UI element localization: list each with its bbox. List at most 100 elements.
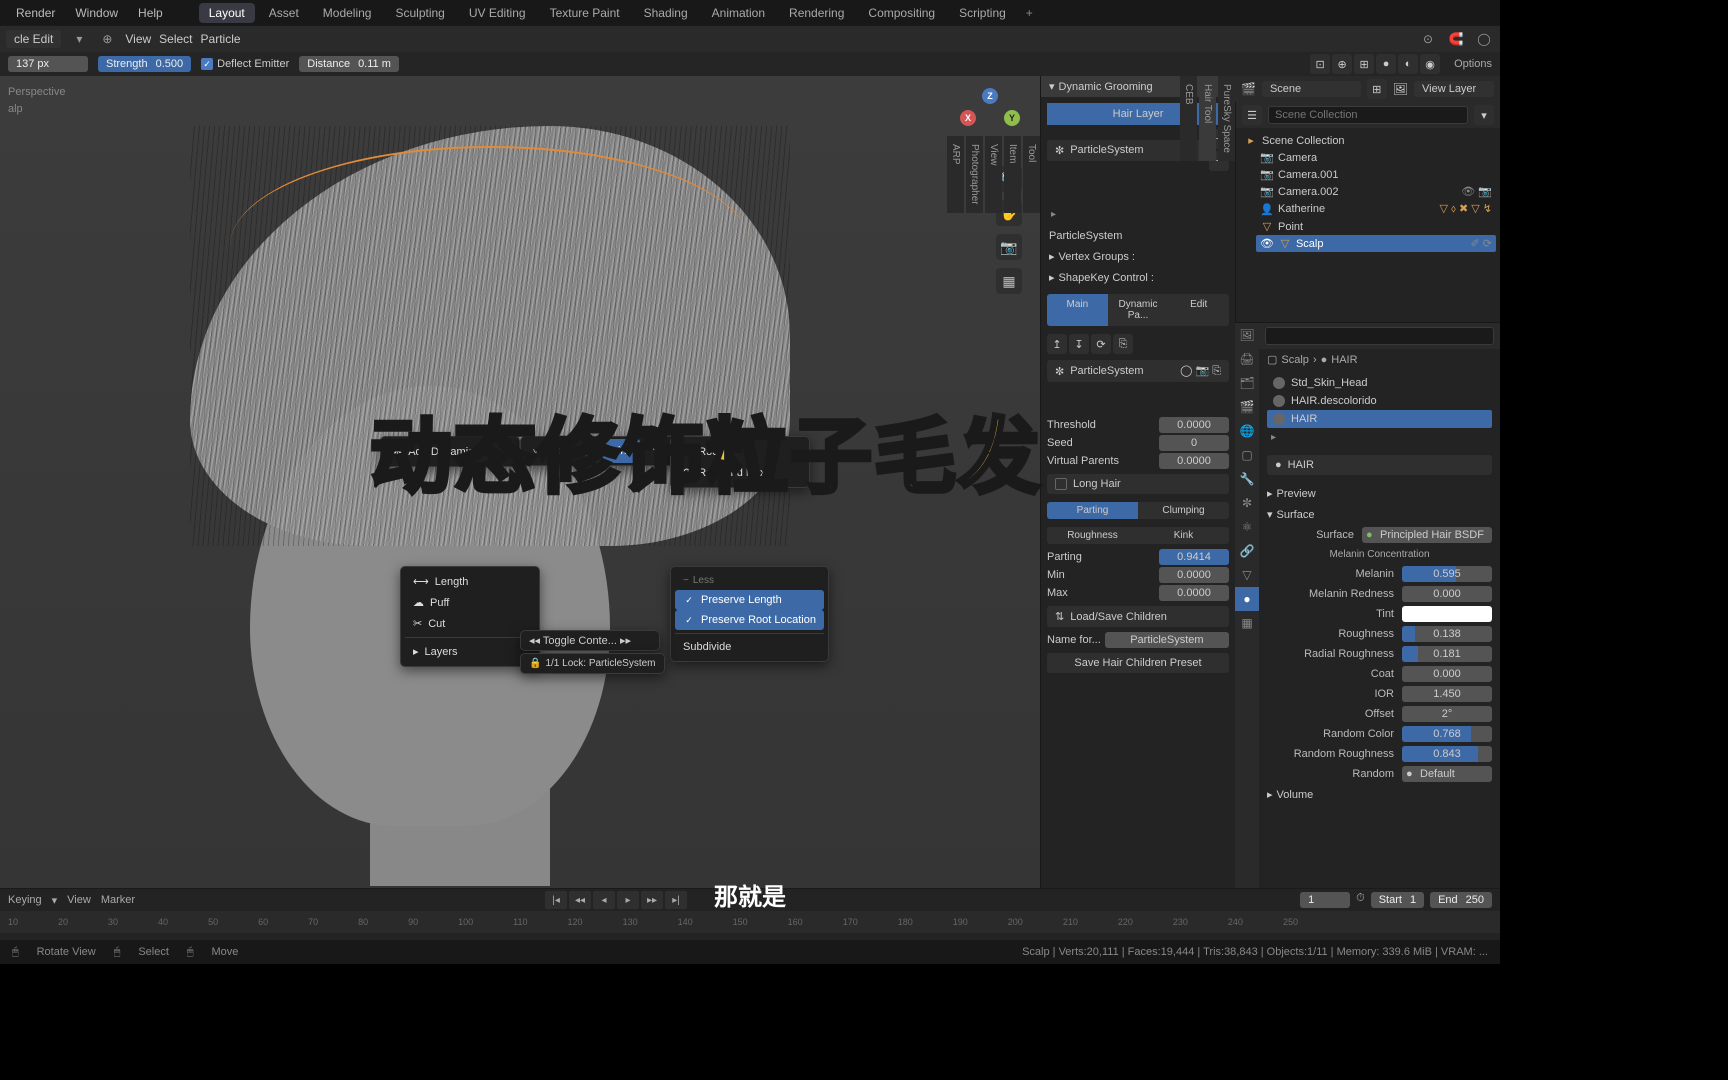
ctx-layers[interactable]: ▸ Layers: [405, 641, 535, 662]
ptab-modifier[interactable]: 🔧: [1235, 467, 1259, 491]
menu-render[interactable]: Render: [6, 6, 65, 20]
loadsave-children[interactable]: ⇅Load/Save Children: [1047, 606, 1229, 627]
ptab-constraint[interactable]: 🔗: [1235, 539, 1259, 563]
tint-color[interactable]: [1402, 606, 1492, 622]
workspace-asset[interactable]: Asset: [259, 3, 309, 23]
upload-icon[interactable]: ↥: [1047, 334, 1067, 354]
roughness-slider[interactable]: 0.138: [1402, 626, 1492, 642]
rtab-hairtool[interactable]: Hair Tool: [1199, 76, 1216, 161]
distance-field[interactable]: Distance0.11 m: [299, 56, 399, 72]
tab-roughness[interactable]: Roughness: [1047, 527, 1138, 544]
sidetab-arp[interactable]: ARP: [947, 136, 964, 213]
ptab-viewlayer[interactable]: 🗂: [1235, 371, 1259, 395]
tree-scene-collection[interactable]: ▸Scene Collection: [1240, 132, 1496, 149]
strength-field[interactable]: Strength0.500: [98, 56, 191, 72]
sidetab-photographer[interactable]: Photographer: [966, 136, 983, 213]
outliner-search[interactable]: [1268, 106, 1468, 124]
menu-help[interactable]: Help: [128, 6, 173, 20]
timeline-ruler[interactable]: 1020304050607080901001101201301401501601…: [0, 911, 1500, 933]
workspace-layout[interactable]: Layout: [199, 3, 255, 23]
mode-selector[interactable]: cle Edit: [6, 30, 61, 48]
menu-window[interactable]: Window: [65, 6, 128, 20]
tab-parting[interactable]: Parting: [1047, 502, 1138, 519]
ptab-particle[interactable]: ✼: [1235, 491, 1259, 515]
axis-x-icon[interactable]: X: [960, 110, 976, 126]
ctx-toggle[interactable]: ◂◂ Toggle Conte... ▸▸: [520, 630, 660, 651]
snap-icon[interactable]: 🧲: [1446, 29, 1466, 49]
workspace-add[interactable]: +: [1018, 6, 1041, 20]
select-mode-icon[interactable]: ▾: [69, 29, 89, 49]
tree-camera001[interactable]: 📷Camera.001: [1256, 166, 1496, 183]
tl-view[interactable]: View: [67, 894, 91, 906]
random-color-slider[interactable]: 0.768: [1402, 726, 1492, 742]
keyframe-prev-icon[interactable]: ◂◂: [569, 891, 591, 909]
jump-start-icon[interactable]: |◂: [545, 891, 567, 909]
ptab-object[interactable]: ▢: [1235, 443, 1259, 467]
vertex-groups-expand[interactable]: ▸ Vertex Groups :: [1041, 246, 1235, 267]
menu-select[interactable]: Select: [159, 32, 192, 46]
refresh-icon[interactable]: ⟳: [1091, 334, 1111, 354]
radial-roughness-slider[interactable]: 0.181: [1402, 646, 1492, 662]
ctx-preserve-root[interactable]: ✓Preserve Root Location: [675, 610, 824, 630]
ptab-render[interactable]: 🖼: [1235, 323, 1259, 347]
current-frame[interactable]: 1: [1300, 892, 1350, 908]
coat-slider[interactable]: 0.000: [1402, 666, 1492, 682]
pivot-icon[interactable]: ⊙: [1418, 29, 1438, 49]
shapekey-expand[interactable]: ▸ ShapeKey Control :: [1041, 267, 1235, 288]
tree-katherine[interactable]: 👤Katherine▽ ⬨ ✖ ▽ ↯: [1256, 200, 1496, 218]
tab-clumping[interactable]: Clumping: [1138, 502, 1229, 519]
menu-particle[interactable]: Particle: [201, 32, 241, 46]
ctx-cut[interactable]: ✂Cut: [405, 613, 535, 634]
ptab-texture[interactable]: ▦: [1235, 611, 1259, 635]
melanin-redness-slider[interactable]: 0.000: [1402, 586, 1492, 602]
ptab-output[interactable]: 🖨: [1235, 347, 1259, 371]
tab-edit[interactable]: Edit: [1168, 294, 1229, 326]
ptab-data[interactable]: ▽: [1235, 563, 1259, 587]
mat-skin[interactable]: Std_Skin_Head: [1267, 374, 1492, 392]
menu-view[interactable]: View: [125, 32, 151, 46]
filter-icon[interactable]: ▾: [1474, 105, 1494, 125]
workspace-sculpting[interactable]: Sculpting: [385, 3, 454, 23]
save-preset-button[interactable]: Save Hair Children Preset: [1047, 653, 1229, 673]
play-icon[interactable]: ▸: [617, 891, 639, 909]
rtab-ceb[interactable]: CEB: [1180, 76, 1197, 161]
gizmo-icon[interactable]: ⊕: [1332, 54, 1352, 74]
options-dropdown[interactable]: Options: [1454, 58, 1492, 70]
axis-y-icon[interactable]: Y: [1004, 110, 1020, 126]
outliner-mode-icon[interactable]: ☰: [1242, 105, 1262, 125]
radius-field[interactable]: 137 px: [8, 56, 88, 72]
tree-camera[interactable]: 📷Camera: [1256, 149, 1496, 166]
ptab-material[interactable]: ●: [1235, 587, 1259, 611]
seed-field[interactable]: 0: [1159, 435, 1229, 451]
sidetab-view[interactable]: View: [985, 136, 1002, 213]
shading-rendered-icon[interactable]: ◉: [1420, 54, 1440, 74]
mat-hair[interactable]: HAIR: [1267, 410, 1492, 428]
perspective-icon[interactable]: ▦: [996, 268, 1022, 294]
ptab-physics[interactable]: ⚛: [1235, 515, 1259, 539]
ctx-puff[interactable]: ☁Puff: [405, 592, 535, 613]
tab-dynamic[interactable]: Dynamic Pa...: [1108, 294, 1169, 326]
jump-end-icon[interactable]: ▸|: [665, 891, 687, 909]
tab-main[interactable]: Main: [1047, 294, 1108, 326]
copy-icon[interactable]: ⎘: [1113, 334, 1133, 354]
sidetab-item[interactable]: Item: [1004, 136, 1021, 213]
sidetab-tool[interactable]: Tool: [1023, 136, 1040, 213]
workspace-shading[interactable]: Shading: [634, 3, 698, 23]
tl-marker[interactable]: Marker: [101, 894, 135, 906]
overlay-icon[interactable]: ⊡: [1310, 54, 1330, 74]
random-dropdown[interactable]: ●Default: [1402, 766, 1492, 782]
scene-selector[interactable]: Scene: [1262, 81, 1361, 97]
offset-slider[interactable]: 2°: [1402, 706, 1492, 722]
cursor-icon[interactable]: ⊕: [97, 29, 117, 49]
autokey-icon[interactable]: ⏱: [1356, 892, 1365, 908]
workspace-modeling[interactable]: Modeling: [313, 3, 382, 23]
start-frame[interactable]: Start 1: [1371, 892, 1424, 908]
tree-camera002[interactable]: 📷Camera.002👁 📷: [1256, 183, 1496, 200]
parting-field[interactable]: 0.9414: [1159, 549, 1229, 565]
threshold-field[interactable]: 0.0000: [1159, 417, 1229, 433]
tree-scalp[interactable]: 👁▽Scalp✐ ⟳: [1256, 235, 1496, 252]
parting-max-field[interactable]: 0.0000: [1159, 585, 1229, 601]
workspace-uv[interactable]: UV Editing: [459, 3, 536, 23]
deflect-checkbox[interactable]: ✓Deflect Emitter: [201, 58, 289, 70]
preset-name-field[interactable]: ParticleSystem: [1105, 632, 1229, 648]
